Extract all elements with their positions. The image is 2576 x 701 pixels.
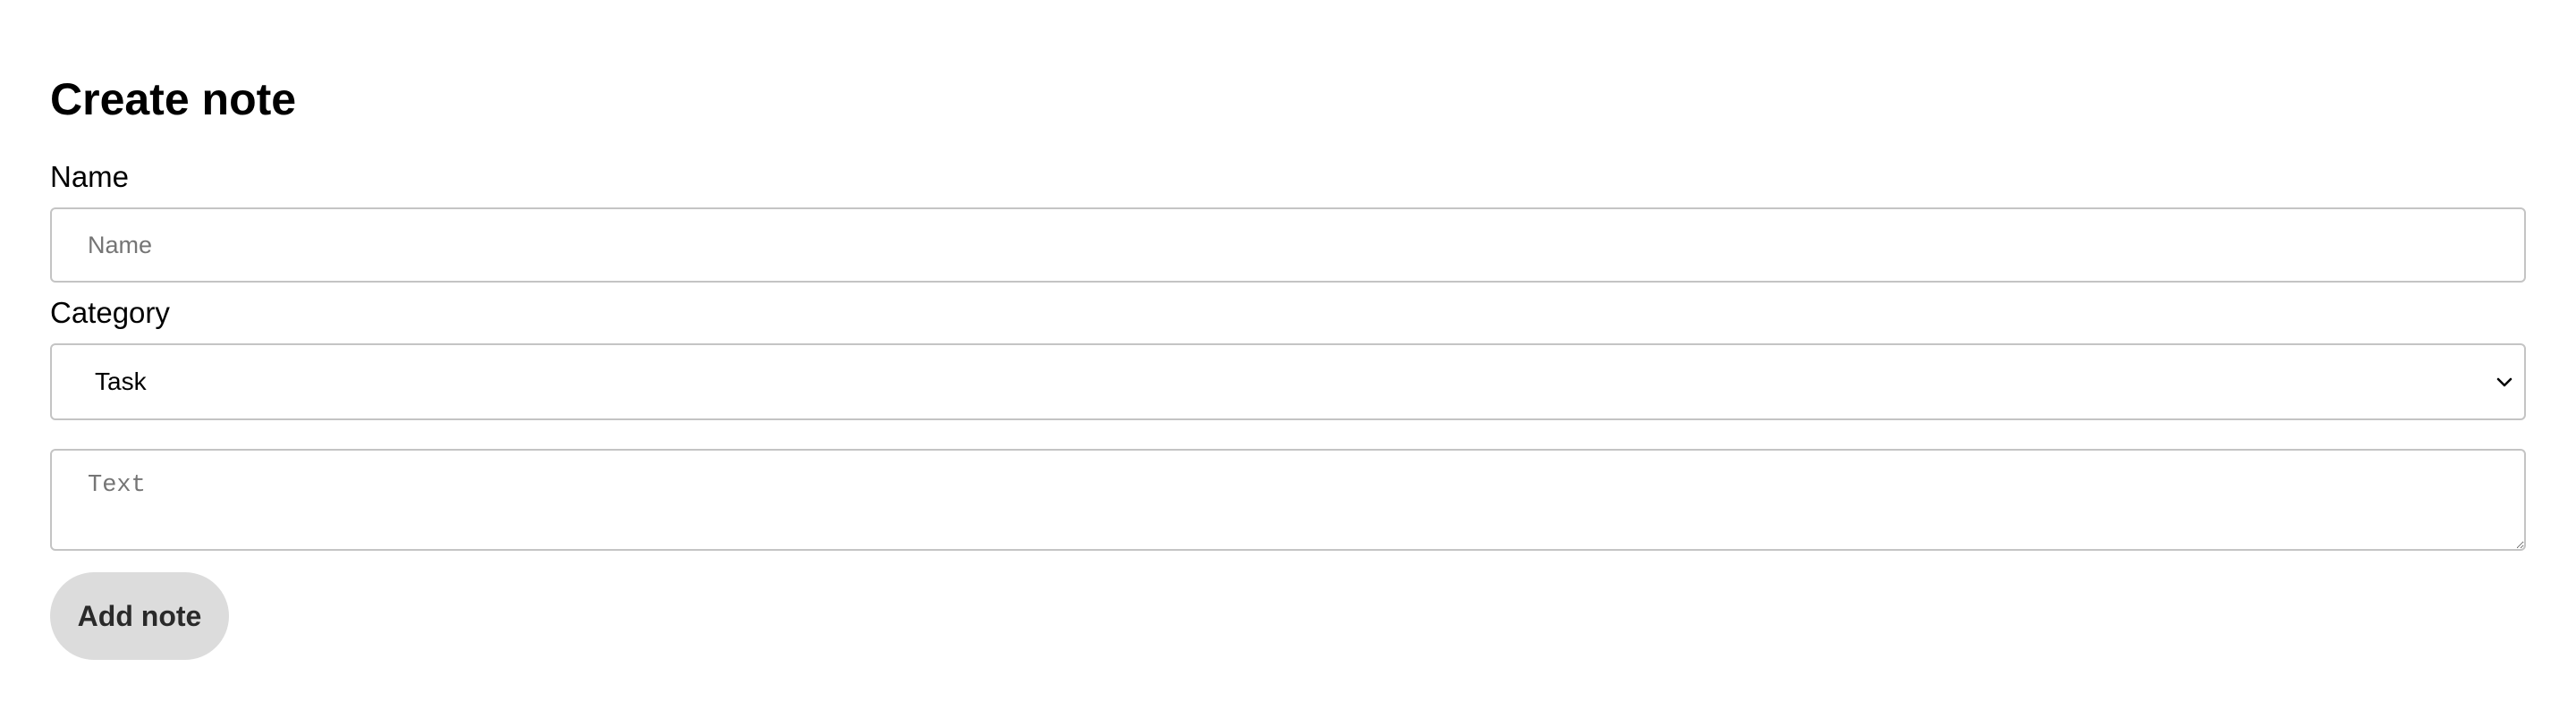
- add-note-button[interactable]: Add note: [50, 572, 229, 660]
- name-label: Name: [50, 160, 130, 193]
- name-input[interactable]: [50, 207, 2526, 283]
- page-title: Create note: [50, 74, 297, 124]
- category-select[interactable]: Task: [50, 343, 2526, 420]
- category-label: Category: [50, 296, 170, 329]
- text-textarea[interactable]: [50, 449, 2526, 551]
- category-selected-value: Task: [95, 367, 147, 395]
- chevron-down-icon: [2496, 377, 2512, 387]
